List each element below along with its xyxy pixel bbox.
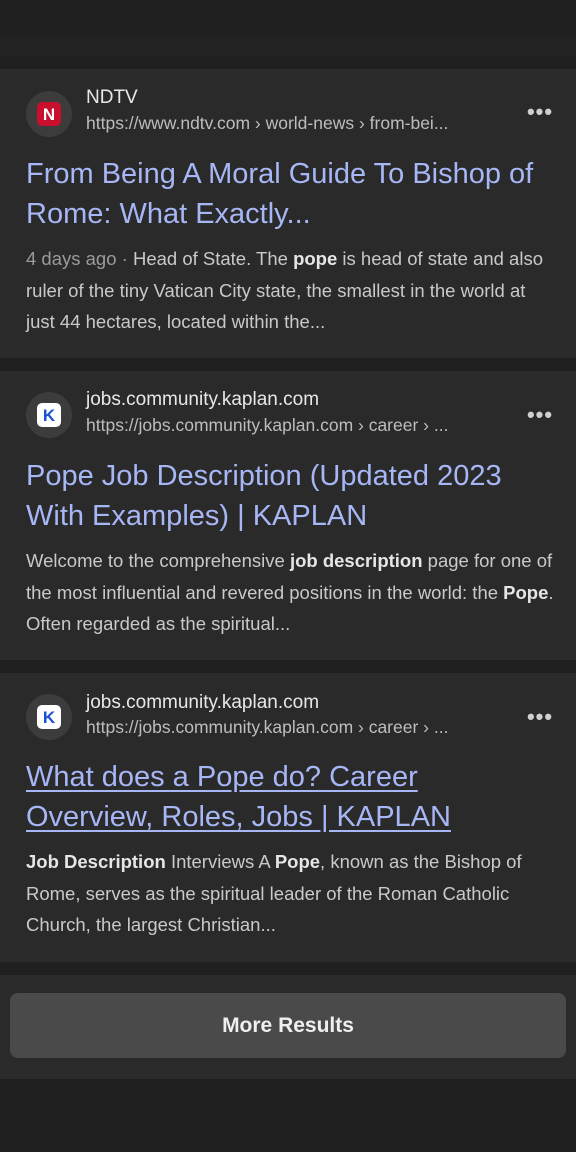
more-options-icon[interactable]: ••• (524, 99, 556, 125)
kaplan-favicon-icon: K (26, 392, 72, 438)
result-url[interactable]: https://www.ndtv.com › world-news › from… (86, 113, 516, 134)
result-title-link[interactable]: Pope Job Description (Updated 2023 With … (26, 456, 546, 536)
search-result-card: N NDTV https://www.ndtv.com › world-news… (0, 69, 576, 358)
top-strip (0, 0, 576, 36)
result-url[interactable]: https://jobs.community.kaplan.com › care… (86, 415, 516, 436)
more-results-button[interactable]: More Results (10, 993, 566, 1058)
date-separator: · (116, 248, 133, 269)
more-results-container: More Results (0, 975, 576, 1079)
search-result-card: K jobs.community.kaplan.com https://jobs… (0, 371, 576, 660)
more-options-icon[interactable]: ••• (524, 704, 556, 730)
result-snippet: Job Description Interviews A Pope, known… (26, 851, 522, 935)
result-date: 4 days ago (26, 248, 117, 269)
result-snippet: 4 days ago · Head of State. The pope is … (26, 248, 543, 332)
result-title-link[interactable]: From Being A Moral Guide To Bishop of Ro… (26, 154, 546, 234)
result-snippet: Welcome to the comprehensive job descrip… (26, 550, 554, 634)
search-result-card: K jobs.community.kaplan.com https://jobs… (0, 673, 576, 962)
result-site-name[interactable]: jobs.community.kaplan.com (86, 692, 319, 714)
result-url[interactable]: https://jobs.community.kaplan.com › care… (86, 717, 516, 738)
ndtv-favicon-icon: N (26, 91, 72, 137)
result-site-name[interactable]: NDTV (86, 87, 138, 109)
kaplan-favicon-icon: K (26, 694, 72, 740)
result-title-link[interactable]: What does a Pope do? Career Overview, Ro… (26, 757, 546, 837)
top-strip-lower (0, 36, 576, 56)
more-options-icon[interactable]: ••• (524, 402, 556, 428)
result-site-name[interactable]: jobs.community.kaplan.com (86, 389, 319, 411)
